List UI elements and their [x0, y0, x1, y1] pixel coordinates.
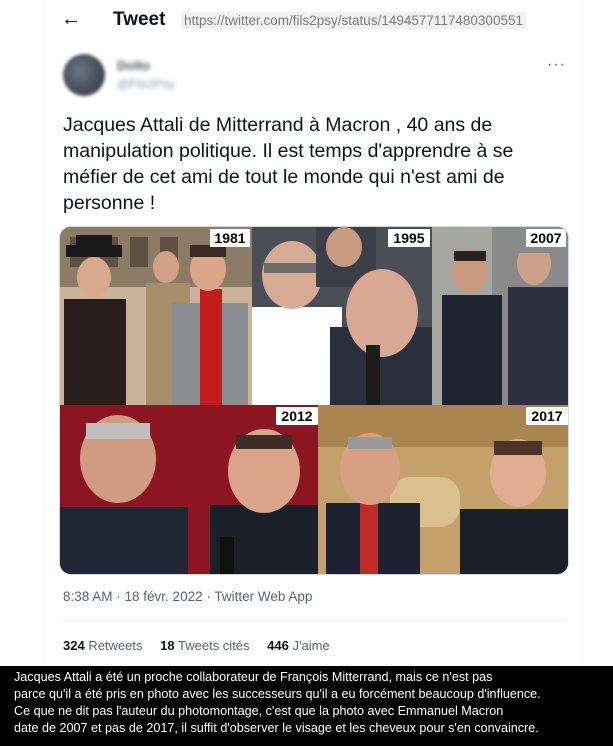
likes-label: J'aime [292, 638, 330, 653]
year-label-2012: 2012 [281, 408, 312, 424]
address-url[interactable]: https://twitter.com/fils2psy/status/1494… [181, 12, 526, 29]
quotes-label: Tweets cités [178, 638, 250, 653]
back-arrow-icon[interactable]: ← [61, 8, 83, 30]
caption-line: Ce que ne dit pas l'auteur du photomonta… [14, 704, 504, 718]
page-title: Tweet [113, 9, 166, 30]
year-label-1995: 1995 [393, 230, 424, 246]
tweet-stats: 324 Retweets 18 Tweets cités 446 J'aime [63, 638, 344, 653]
top-bar: ← Tweet https://twitter.com/fils2psy/sta… [45, 0, 582, 40]
retweets-label: Retweets [88, 638, 143, 653]
year-label-1981: 1981 [214, 230, 245, 246]
tweet-timestamp[interactable]: 8:38 AM · 18 févr. 2022 · Twitter Web Ap… [63, 589, 312, 604]
retweets-count: 324 [63, 638, 85, 653]
divider [59, 620, 567, 621]
author-handle[interactable]: @Fils2Psy [117, 77, 175, 91]
retweets-stat[interactable]: 324 Retweets [63, 638, 143, 653]
tweet-text: Jacques Attali de Mitterrand à Macron , … [63, 112, 563, 216]
caption-line: parce qu'il a été pris en photo avec les… [14, 687, 541, 701]
year-label-2017: 2017 [531, 408, 562, 424]
tweet-line: Jacques Attali de Mitterrand à Macron , … [63, 114, 493, 136]
fact-check-caption: Jacques Attali a été un proche collabora… [0, 666, 613, 746]
caption-line: Jacques Attali a été un proche collabora… [14, 670, 493, 684]
photo-montage-image: 1981 1995 2007 2012 2017 [60, 227, 568, 574]
year-label-2007: 2007 [530, 230, 561, 246]
tweet-page: ← Tweet https://twitter.com/fils2psy/sta… [44, 0, 583, 666]
likes-stat[interactable]: 446 J'aime [267, 638, 330, 653]
quotes-stat[interactable]: 18 Tweets cités [160, 638, 249, 653]
tweet-line: personne ! [63, 192, 156, 214]
likes-count: 446 [267, 638, 289, 653]
author-name[interactable]: Dolto [117, 58, 150, 73]
tweet-line: méfier de cet ami de tout le monde qui n… [63, 166, 505, 188]
tweet-line: manipulation politique. Il est temps d'a… [63, 140, 514, 162]
more-options-icon[interactable]: ··· [547, 56, 566, 74]
tweet-photo-montage[interactable]: 1981 1995 2007 2012 2017 [59, 226, 569, 575]
caption-line: date de 2007 et pas de 2017, il suffit d… [14, 721, 539, 735]
avatar[interactable] [63, 54, 105, 96]
quotes-count: 18 [160, 638, 175, 653]
